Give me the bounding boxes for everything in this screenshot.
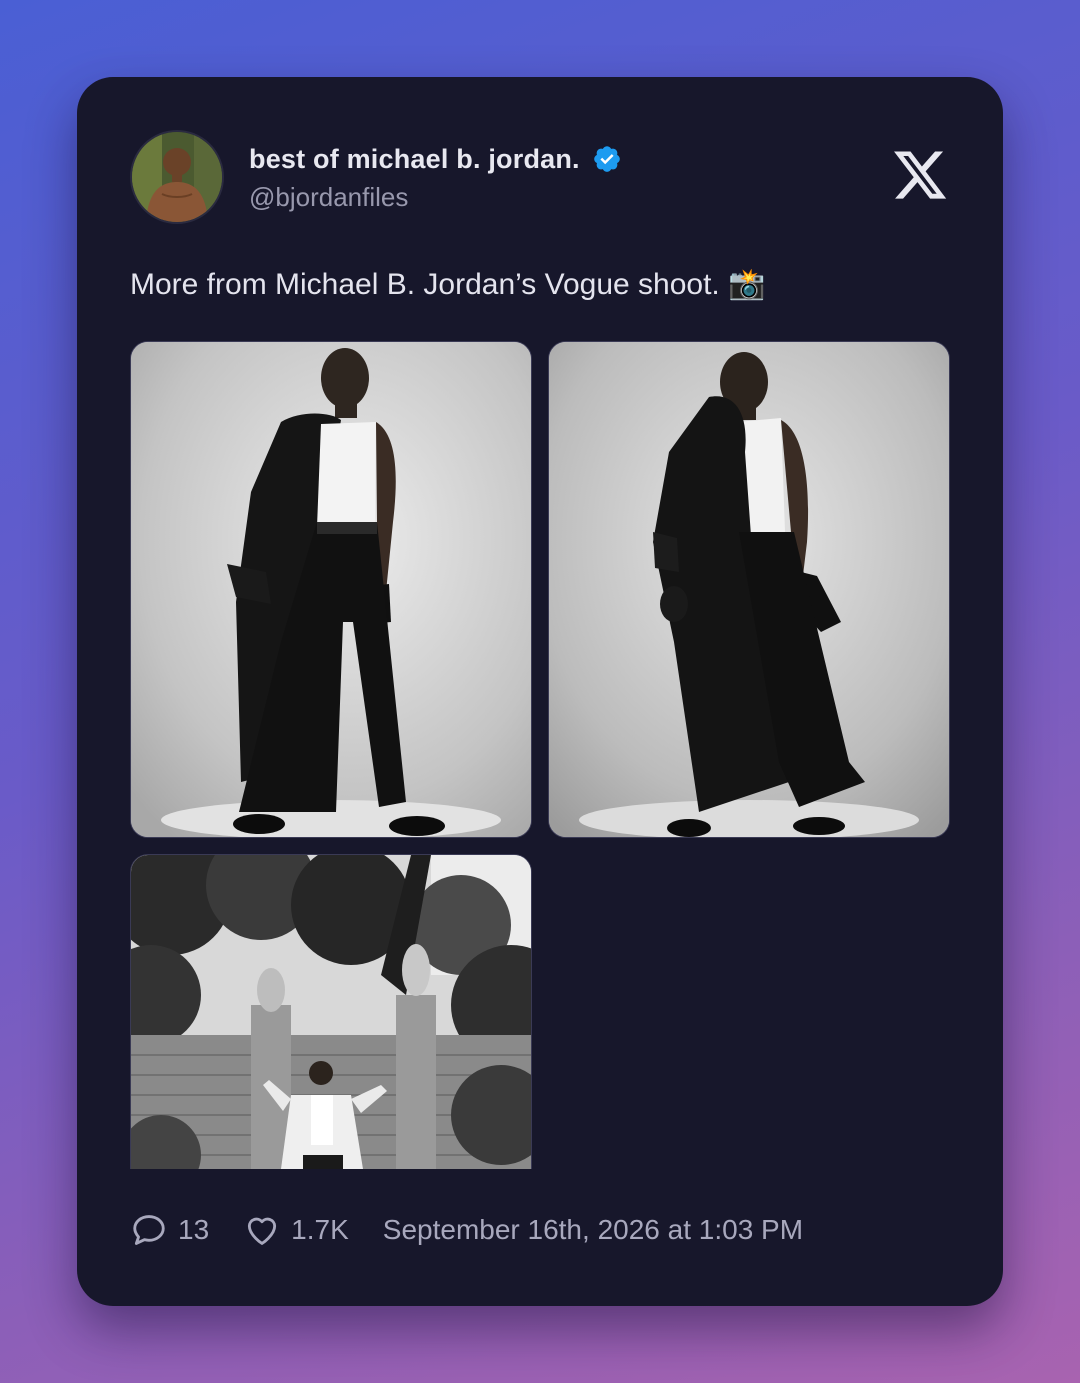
heart-icon (248, 1217, 277, 1245)
author-name-row: best of michael b. jordan. (249, 141, 622, 177)
tweet-photo-2[interactable] (548, 341, 950, 838)
verified-badge-icon (593, 146, 620, 172)
display-name[interactable]: best of michael b. jordan. (249, 144, 580, 175)
avatar[interactable] (130, 130, 224, 224)
like-button[interactable]: 1.7K (243, 1211, 349, 1249)
reply-button[interactable]: 13 (130, 1211, 209, 1249)
tweet-photo-1[interactable] (130, 341, 532, 838)
like-count: 1.7K (291, 1214, 349, 1245)
x-logo-icon[interactable] (891, 145, 949, 205)
reply-count: 13 (178, 1214, 210, 1245)
comment-icon (133, 1215, 165, 1245)
handle[interactable]: @bjordanfiles (249, 182, 408, 213)
tweet-text: More from Michael B. Jordan’s Vogue shoo… (130, 268, 766, 301)
tweet-card: best of michael b. jordan. @bjordanfiles… (77, 77, 1003, 1306)
tweet-photo-3[interactable] (130, 854, 532, 1169)
timestamp[interactable]: September 16th, 2026 at 1:03 PM (383, 1214, 803, 1246)
tweet-footer: 13 1.7K September 16th, 2026 at 1:03 PM (130, 1210, 803, 1250)
